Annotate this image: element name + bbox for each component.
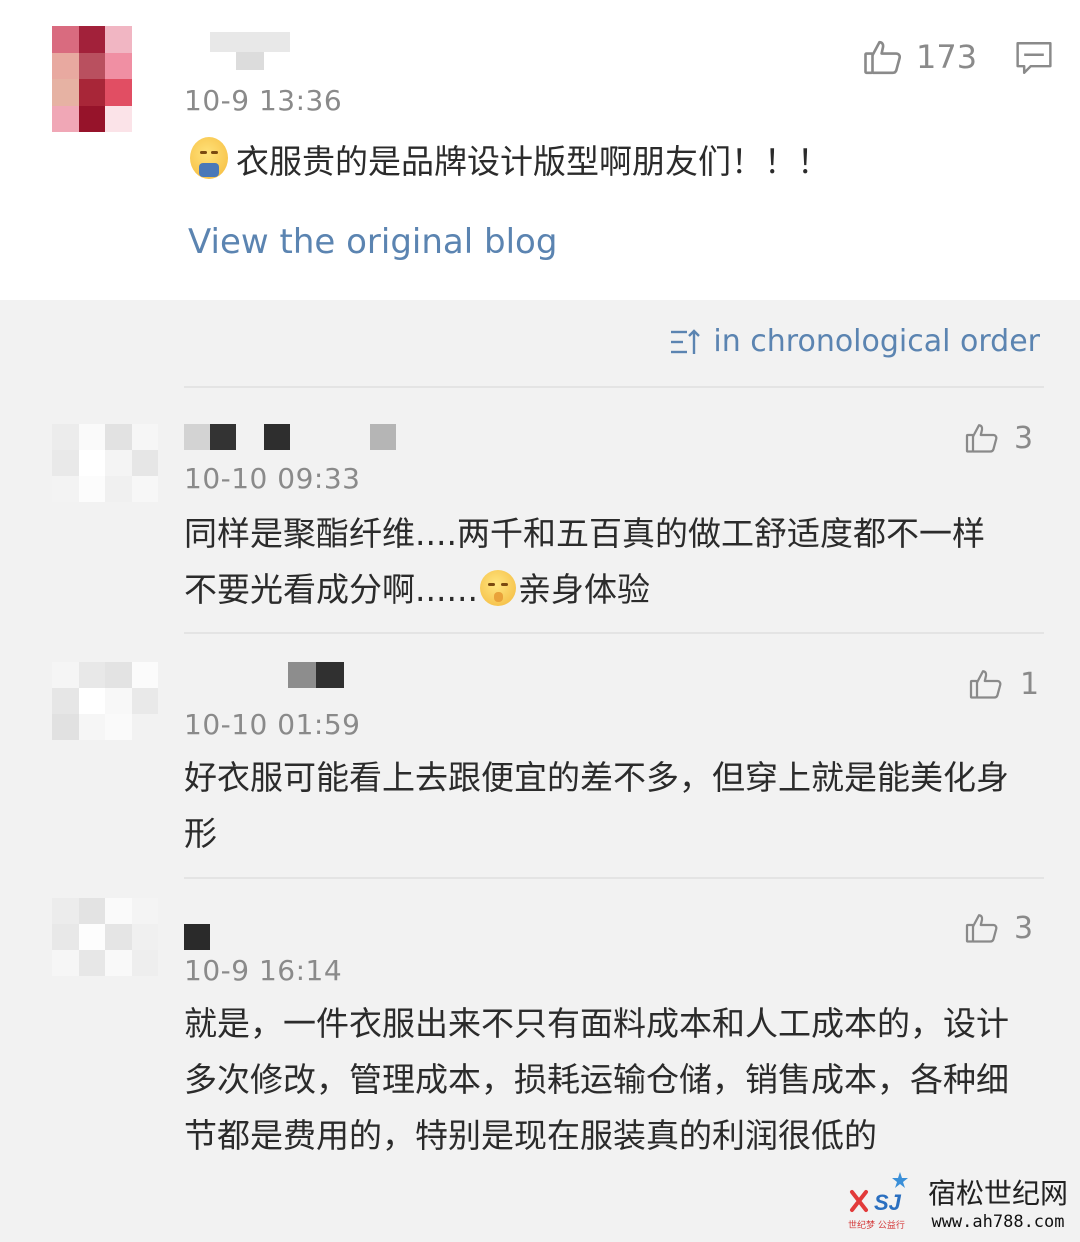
thumbs-up-icon xyxy=(965,914,998,943)
comment-content: 好衣服可能看上去跟便宜的差不多，但穿上就是能美化身形 xyxy=(184,758,1009,853)
post-avatar[interactable] xyxy=(52,26,132,132)
comment-like-count: 1 xyxy=(1020,666,1040,702)
comment-like-button[interactable]: 3 xyxy=(964,420,1033,456)
post-content: 衣服贵的是品牌设计版型啊朋友们！！！ xyxy=(190,134,1050,190)
divider xyxy=(184,386,1044,388)
comment-avatar[interactable] xyxy=(52,898,158,976)
comment-time: 10-9 16:14 xyxy=(184,954,343,987)
comment-content: 就是，一件衣服出来不只有面料成本和人工成本的，设计多次修改，管理成本，损耗运输仓… xyxy=(184,1004,1009,1155)
sort-order-label: in chronological order xyxy=(713,324,1040,359)
comment-like-count: 3 xyxy=(1014,910,1034,946)
divider xyxy=(184,632,1044,634)
comment-time: 10-10 01:59 xyxy=(184,708,361,741)
sort-order-button[interactable]: in chronological order xyxy=(669,324,1040,359)
comment-username[interactable] xyxy=(184,924,210,950)
thumbs-up-icon xyxy=(969,670,1002,699)
watermark-title: 宿松世纪网 xyxy=(927,1177,1068,1210)
watermark: SJ 世纪梦 公益行 宿松世纪网 www.ah788.com xyxy=(848,1170,1068,1234)
divider xyxy=(184,877,1044,879)
watermark-logo-text: SJ xyxy=(873,1190,901,1215)
comment-like-button[interactable]: 3 xyxy=(964,910,1033,946)
sweat-smile-emoji-icon xyxy=(190,137,228,179)
comment-like-count: 3 xyxy=(1014,420,1034,456)
sort-order-icon xyxy=(671,328,701,354)
post-like-count: 173 xyxy=(916,38,978,76)
post-comment-button[interactable] xyxy=(1014,40,1054,80)
thumbs-up-icon xyxy=(965,424,998,453)
shush-emoji-icon xyxy=(479,570,516,606)
comment-icon xyxy=(1016,42,1052,74)
thumbs-up-icon xyxy=(864,40,902,75)
comment-avatar[interactable] xyxy=(52,424,158,502)
comment-avatar[interactable] xyxy=(52,662,158,740)
comment-time: 10-10 09:33 xyxy=(184,462,361,495)
view-original-blog-link[interactable]: View the original blog xyxy=(188,222,557,262)
comment-username[interactable] xyxy=(288,662,344,688)
post-like-button[interactable]: 173 xyxy=(862,36,977,78)
watermark-logo: SJ 世纪梦 公益行 xyxy=(848,1170,922,1234)
watermark-logo-sub: 世纪梦 公益行 xyxy=(847,1221,905,1231)
watermark-url: www.ah788.com xyxy=(931,1212,1065,1232)
post-username[interactable] xyxy=(210,32,290,70)
post-time: 10-9 13:36 xyxy=(184,84,343,117)
comment-username[interactable] xyxy=(184,424,396,450)
comment-like-button[interactable]: 1 xyxy=(968,666,1039,702)
comment-content: 同样是聚酯纤维....两千和五百真的做工舒适度都不一样 不要光看成分啊.....… xyxy=(184,514,985,609)
